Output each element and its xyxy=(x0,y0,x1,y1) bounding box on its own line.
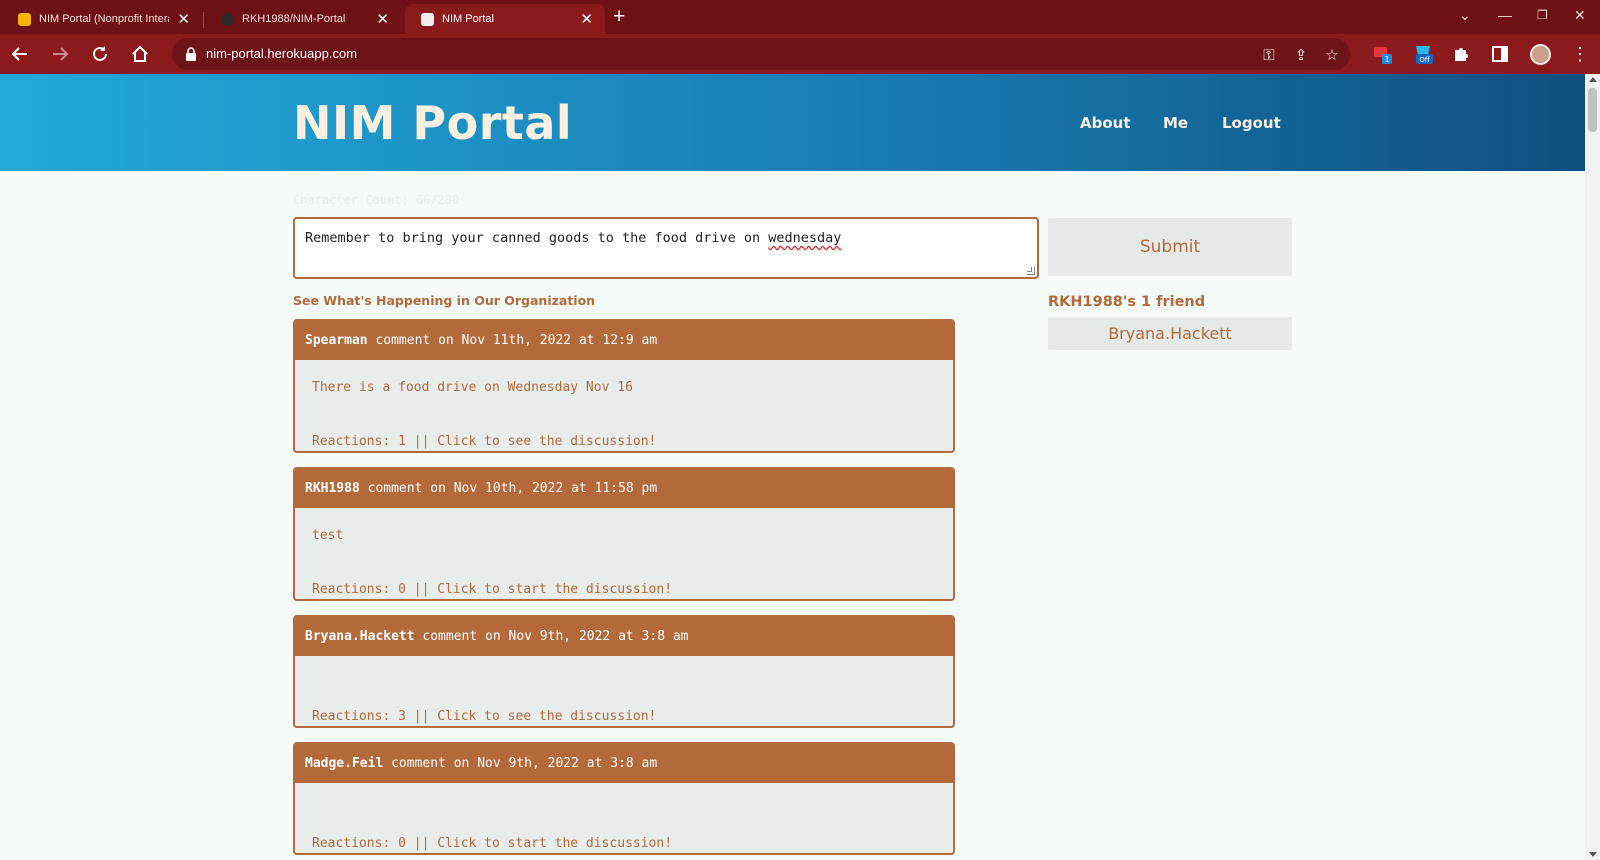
nav-about-link[interactable]: About xyxy=(1080,114,1131,132)
post-author[interactable]: Spearman xyxy=(305,333,368,348)
close-icon[interactable]: ✕ xyxy=(177,12,190,27)
post-header: RKH1988 comment on Nov 10th, 2022 at 11:… xyxy=(295,469,953,508)
resize-grip-icon[interactable] xyxy=(1027,267,1035,275)
post-body: test Reactions: 0 || Click to start the … xyxy=(295,508,953,598)
scrollbar-thumb[interactable] xyxy=(1588,88,1597,132)
post-body: Reactions: 3 || Click to see the discuss… xyxy=(295,656,953,725)
lock-icon[interactable] xyxy=(184,46,198,62)
kebab-menu-icon[interactable]: ⋮ xyxy=(1568,42,1592,66)
tab-title: NIM Portal xyxy=(442,13,494,25)
submit-button[interactable]: Submit xyxy=(1048,218,1292,276)
post-textarea[interactable]: Remember to bring your canned goods to t… xyxy=(293,217,1039,279)
post-body: There is a food drive on Wednesday Nov 1… xyxy=(295,360,953,450)
post-text: Remember to bring your canned goods to t… xyxy=(305,230,769,246)
new-tab-plus-icon[interactable]: + xyxy=(613,5,625,29)
scroll-down-arrow-icon[interactable] xyxy=(1589,852,1597,857)
post-header: Bryana.Hackett comment on Nov 9th, 2022 … xyxy=(295,617,953,656)
side-panel-icon[interactable] xyxy=(1489,43,1511,65)
post-card[interactable]: RKH1988 comment on Nov 10th, 2022 at 11:… xyxy=(293,467,955,601)
post-comment xyxy=(312,656,936,690)
extension-badge-count: 1 xyxy=(1384,55,1389,64)
post-reactions-link[interactable]: Reactions: 0 || Click to start the discu… xyxy=(312,835,936,852)
character-count: Character Count: 66/280 xyxy=(293,193,460,207)
slides-favicon-icon xyxy=(18,12,31,26)
post-meta: comment on Nov 10th, 2022 at 11:58 pm xyxy=(359,481,658,496)
home-icon[interactable] xyxy=(128,42,152,66)
post-author[interactable]: Bryana.Hackett xyxy=(305,629,415,644)
tab-title: RKH1988/NIM-Portal xyxy=(242,13,346,25)
tab-search-chevron-icon[interactable]: ⌄ xyxy=(1459,5,1471,25)
post-reactions-link[interactable]: Reactions: 1 || Click to see the discuss… xyxy=(312,433,936,450)
tab-github-repo[interactable]: RKH1988/NIM-Portal ✕ xyxy=(205,4,401,34)
post-reactions-link[interactable]: Reactions: 0 || Click to start the discu… xyxy=(312,581,936,598)
adblock-off-icon[interactable]: Off xyxy=(1412,43,1434,65)
share-icon[interactable]: ⇪ xyxy=(1291,45,1311,65)
tab-divider xyxy=(203,12,204,28)
site-brand[interactable]: NIM Portal xyxy=(293,96,572,150)
extensions-puzzle-icon[interactable] xyxy=(1450,43,1472,65)
post-card[interactable]: Madge.Feil comment on Nov 9th, 2022 at 3… xyxy=(293,742,955,855)
bookmark-star-icon[interactable]: ☆ xyxy=(1322,45,1342,65)
post-comment: test xyxy=(312,528,344,543)
post-body: Reactions: 0 || Click to start the discu… xyxy=(295,783,953,852)
restore-icon[interactable]: ❐ xyxy=(1537,5,1548,25)
tab-title: NIM Portal (Nonprofit Interacti xyxy=(39,13,169,25)
post-card[interactable]: Bryana.Hackett comment on Nov 9th, 2022 … xyxy=(293,615,955,728)
post-meta: comment on Nov 9th, 2022 at 3:8 am xyxy=(383,756,658,771)
browser-tab-strip: NIM Portal (Nonprofit Interacti ✕ RKH198… xyxy=(0,0,1600,34)
minimize-icon[interactable]: — xyxy=(1498,5,1512,25)
forward-arrow-icon[interactable] xyxy=(48,42,72,66)
feed-title: See What's Happening in Our Organization xyxy=(293,293,596,308)
tab-nim-portal-docs[interactable]: NIM Portal (Nonprofit Interacti ✕ xyxy=(2,4,202,34)
page-scrollbar[interactable] xyxy=(1585,74,1600,860)
post-comment: There is a food drive on Wednesday Nov 1… xyxy=(312,380,633,395)
misspelled-word: wednesday xyxy=(768,230,842,246)
post-header: Spearman comment on Nov 11th, 2022 at 12… xyxy=(295,321,953,360)
post-card[interactable]: Spearman comment on Nov 11th, 2022 at 12… xyxy=(293,319,955,453)
github-favicon-icon xyxy=(221,12,234,26)
profile-avatar[interactable] xyxy=(1530,44,1551,65)
site-header: NIM Portal About Me Logout xyxy=(0,74,1585,171)
reload-icon[interactable] xyxy=(88,42,112,66)
key-icon[interactable]: ⚿ xyxy=(1259,45,1279,65)
post-author[interactable]: RKH1988 xyxy=(305,481,360,496)
nav-me-link[interactable]: Me xyxy=(1163,114,1188,132)
url-text: nim-portal.herokuapp.com xyxy=(206,46,358,61)
friend-item[interactable]: Bryana.Hackett xyxy=(1048,317,1292,350)
post-meta: comment on Nov 11th, 2022 at 12:9 am xyxy=(367,333,658,348)
close-icon[interactable]: ✕ xyxy=(376,12,389,27)
close-icon[interactable]: ✕ xyxy=(580,12,593,27)
post-header: Madge.Feil comment on Nov 9th, 2022 at 3… xyxy=(295,744,953,783)
post-meta: comment on Nov 9th, 2022 at 3:8 am xyxy=(414,629,689,644)
friends-title: RKH1988's 1 friend xyxy=(1048,294,1206,310)
address-bar[interactable]: nim-portal.herokuapp.com ⚿ ⇪ ☆ xyxy=(172,38,1350,70)
tab-nim-portal[interactable]: NIM Portal ✕ xyxy=(405,4,605,34)
page-viewport: NIM Portal About Me Logout Character Cou… xyxy=(0,74,1585,860)
back-arrow-icon[interactable] xyxy=(8,42,32,66)
nav-logout-link[interactable]: Logout xyxy=(1222,114,1281,132)
post-author[interactable]: Madge.Feil xyxy=(305,756,383,771)
site-favicon-icon xyxy=(421,12,434,26)
post-reactions-link[interactable]: Reactions: 3 || Click to see the discuss… xyxy=(312,708,936,725)
close-window-icon[interactable]: ✕ xyxy=(1574,5,1586,25)
scroll-up-arrow-icon[interactable] xyxy=(1589,77,1597,82)
extension-badge-icon[interactable]: 1 xyxy=(1371,43,1393,65)
post-comment xyxy=(312,783,936,817)
adblock-off-label: Off xyxy=(1419,56,1430,64)
browser-toolbar: nim-portal.herokuapp.com ⚿ ⇪ ☆ 1 Off ⋮ xyxy=(0,34,1600,74)
